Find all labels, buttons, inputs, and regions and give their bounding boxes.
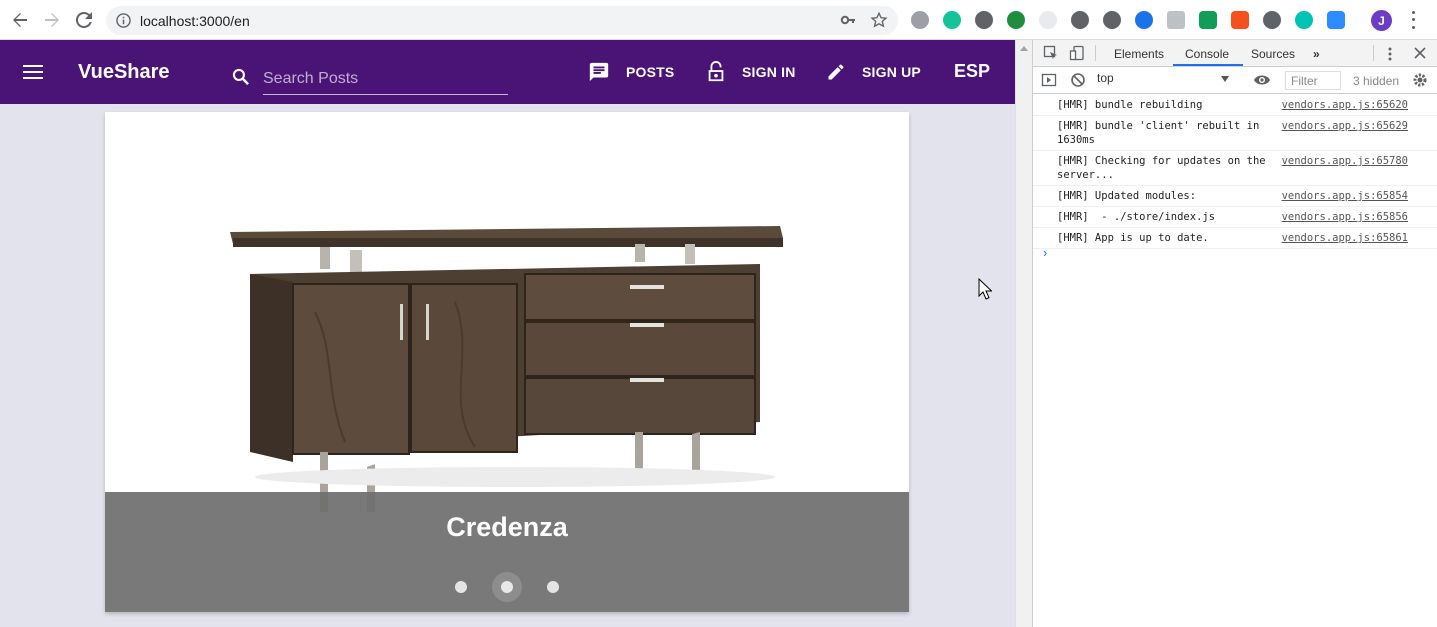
sign-in-label: SIGN IN <box>742 64 796 80</box>
tab-elements[interactable]: Elements <box>1114 47 1164 61</box>
show-sidebar-icon[interactable] <box>1041 72 1057 93</box>
console-source-link[interactable]: vendors.app.js:65620 <box>1282 98 1408 112</box>
console-source-link[interactable]: vendors.app.js:65629 <box>1282 119 1408 133</box>
address-bar[interactable]: localhost:3000/en <box>106 6 898 35</box>
lock-open-icon <box>708 61 724 82</box>
sign-in-button[interactable]: SIGN IN <box>706 60 796 84</box>
console-message-text: [HMR] Updated modules: <box>1057 190 1197 202</box>
device-toolbar-icon[interactable] <box>1069 45 1085 66</box>
info-icon[interactable] <box>116 13 131 33</box>
console-source-link[interactable]: vendors.app.js:65854 <box>1282 189 1408 203</box>
posts-label: POSTS <box>626 64 675 80</box>
console-message-text: [HMR] App is up to date. <box>1057 232 1209 244</box>
console-toolbar: top Filter 3 hidden <box>1033 67 1437 94</box>
credenza-image <box>230 226 783 512</box>
extension-5-icon[interactable] <box>1039 11 1057 29</box>
console-filter-input[interactable]: Filter <box>1285 71 1341 90</box>
filter-placeholder: Filter <box>1291 74 1318 88</box>
devtools-tabbar: Elements Console Sources » <box>1033 40 1437 67</box>
console-source-link[interactable]: vendors.app.js:65856 <box>1282 210 1408 224</box>
pencil-icon <box>828 64 844 80</box>
browser-toolbar: localhost:3000/en J <box>0 0 1437 40</box>
extension-1-icon[interactable] <box>911 11 929 29</box>
console-message: [HMR] bundle rebuilding vendors.app.js:65… <box>1033 95 1437 116</box>
sign-up-label: SIGN UP <box>862 64 921 80</box>
console-message: [HMR] App is up to date. vendors.app.js:6… <box>1033 228 1437 249</box>
eye-icon[interactable] <box>1253 73 1271 92</box>
clear-console-icon[interactable] <box>1070 72 1086 93</box>
console-message: [HMR] bundle 'client' rebuilt in 1630ms v… <box>1033 116 1437 151</box>
forward-icon[interactable] <box>40 8 64 32</box>
url-text: localhost:3000/en <box>140 13 250 29</box>
carousel-indicators <box>450 572 564 602</box>
console-message: [HMR] - ./store/index.js vendors.app.js:6… <box>1033 207 1437 228</box>
back-icon[interactable] <box>8 8 32 32</box>
tab-sources[interactable]: Sources <box>1251 47 1295 61</box>
browser-menu-icon[interactable] <box>1409 9 1417 31</box>
console-log: [HMR] bundle rebuilding vendors.app.js:65… <box>1033 95 1437 249</box>
grammarly-icon[interactable] <box>943 11 961 29</box>
app-toolbar: VueShare POSTS SIGN IN SIGN UP ESP <box>0 40 1015 104</box>
carousel-dot-2[interactable] <box>492 572 522 602</box>
console-prompt-icon[interactable]: › <box>1043 245 1047 260</box>
search-icon <box>231 67 251 92</box>
posts-carousel[interactable]: Credenza <box>105 112 909 612</box>
console-message: [HMR] Updated modules: vendors.app.js:658… <box>1033 186 1437 207</box>
menu-icon[interactable] <box>23 65 43 79</box>
devtools-menu-icon[interactable] <box>1387 46 1393 67</box>
more-tabs-icon[interactable]: » <box>1313 47 1320 61</box>
console-source-link[interactable]: vendors.app.js:65861 <box>1282 231 1408 245</box>
context-selector[interactable]: top <box>1097 71 1233 90</box>
extension-9-icon[interactable] <box>1167 11 1185 29</box>
console-message-text: [HMR] Checking for updates on the server… <box>1057 155 1272 181</box>
zoom-icon[interactable] <box>1327 11 1345 29</box>
sign-up-button[interactable]: SIGN UP <box>826 60 921 84</box>
vue-devtools-icon[interactable] <box>1007 11 1025 29</box>
page-viewport: VueShare POSTS SIGN IN SIGN UP ESP <box>0 40 1015 627</box>
extension-10-icon[interactable] <box>1199 11 1217 29</box>
key-icon[interactable] <box>840 12 856 33</box>
carousel-dot-3[interactable] <box>547 581 559 593</box>
inspect-element-icon[interactable] <box>1043 45 1059 66</box>
language-toggle[interactable]: ESP <box>954 61 990 82</box>
extension-7-icon[interactable] <box>1103 11 1121 29</box>
scroll-up-arrow[interactable] <box>1020 46 1028 51</box>
extension-8-icon[interactable] <box>1135 11 1153 29</box>
hidden-count[interactable]: 3 hidden <box>1353 74 1399 88</box>
search-input[interactable] <box>263 64 508 95</box>
posts-button[interactable]: POSTS <box>588 60 674 84</box>
extension-3-icon[interactable] <box>975 11 993 29</box>
app-brand[interactable]: VueShare <box>78 61 170 84</box>
console-source-link[interactable]: vendors.app.js:65780 <box>1282 154 1408 168</box>
mouse-cursor-icon <box>978 278 992 300</box>
star-icon[interactable] <box>870 11 888 34</box>
reload-icon[interactable] <box>72 8 96 32</box>
slide-title[interactable]: Credenza <box>105 512 909 543</box>
tab-console[interactable]: Console <box>1185 47 1229 61</box>
extension-6-icon[interactable] <box>1071 11 1089 29</box>
close-devtools-icon[interactable] <box>1413 46 1427 65</box>
context-value: top <box>1097 71 1114 85</box>
extension-11-icon[interactable] <box>1231 11 1249 29</box>
carousel-caption: Credenza <box>105 492 909 612</box>
page-scrollbar[interactable] <box>1015 40 1032 627</box>
chat-icon <box>589 62 609 82</box>
console-message-text: [HMR] bundle rebuilding <box>1057 99 1203 111</box>
extension-13-icon[interactable] <box>1295 11 1313 29</box>
extension-12-icon[interactable] <box>1263 11 1281 29</box>
console-message: [HMR] Checking for updates on the server… <box>1033 151 1437 186</box>
console-message-text: [HMR] - ./store/index.js <box>1057 211 1216 223</box>
profile-avatar[interactable]: J <box>1371 10 1392 31</box>
carousel-dot-1[interactable] <box>455 581 467 593</box>
console-message-text: [HMR] bundle 'client' rebuilt in 1630ms <box>1057 120 1266 146</box>
devtools-panel: Elements Console Sources » top Filter 3 … <box>1032 40 1437 627</box>
settings-gear-icon[interactable] <box>1412 72 1428 93</box>
